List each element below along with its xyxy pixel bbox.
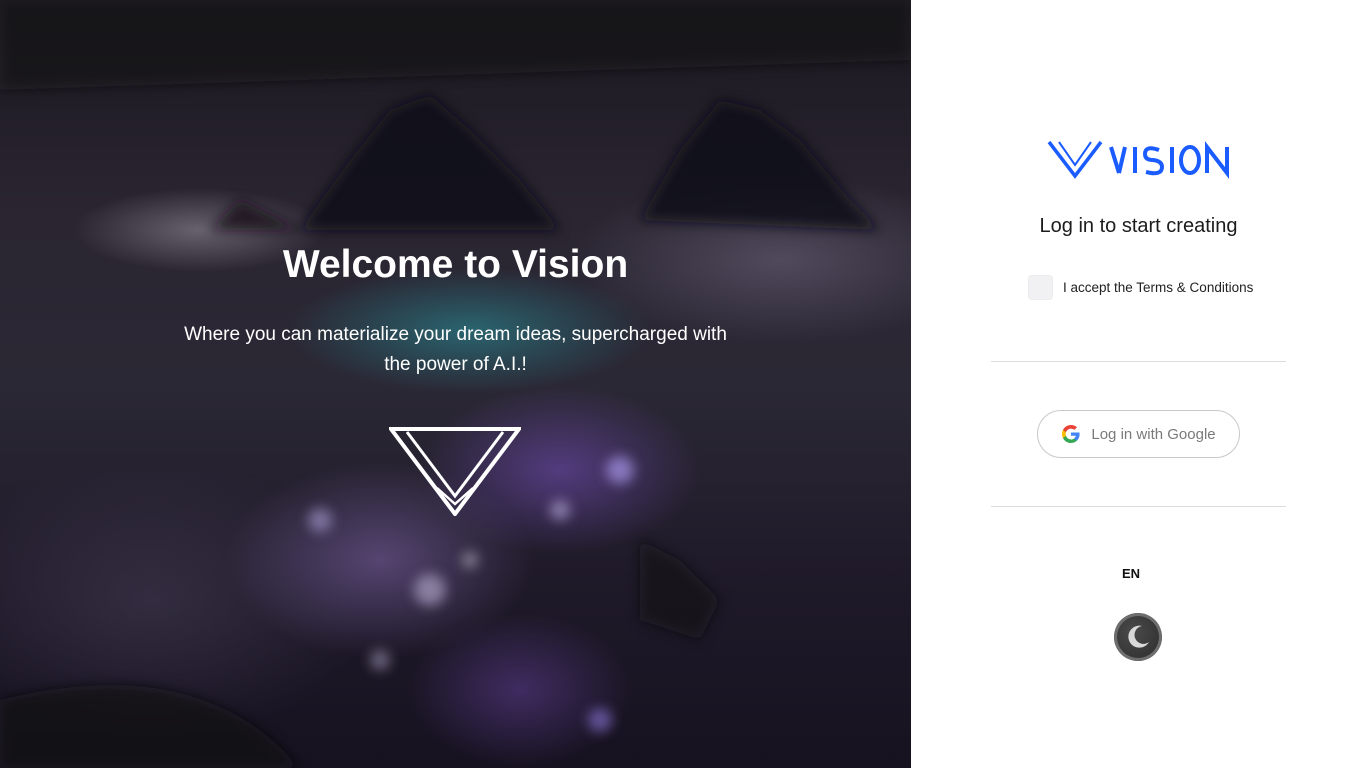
login-heading: Log in to start creating [1039,215,1238,237]
vision-v-logo [389,427,521,516]
vision-brand-logo [1047,140,1229,179]
divider [991,506,1286,507]
login-panel: Log in to start creating I accept the Te… [911,0,1366,768]
google-login-button[interactable]: Log in with Google [1037,410,1240,458]
google-icon [1062,425,1080,443]
terms-label[interactable]: I accept the Terms & Conditions [1063,280,1253,295]
hero-title: Welcome to Vision [282,243,629,286]
moon-icon [1128,625,1149,648]
hero-subtitle: Where you can materialize your dream ide… [184,324,727,375]
divider [991,361,1286,362]
hero-panel: Welcome to Vision Where you can material… [0,0,911,768]
theme-toggle-button[interactable] [1114,613,1162,661]
google-login-label: Log in with Google [1091,425,1216,443]
terms-checkbox[interactable] [1028,275,1053,300]
terms-row: I accept the Terms & Conditions [1028,275,1253,300]
language-selector[interactable]: EN [1111,566,1151,581]
background-landscape-image [0,0,911,768]
